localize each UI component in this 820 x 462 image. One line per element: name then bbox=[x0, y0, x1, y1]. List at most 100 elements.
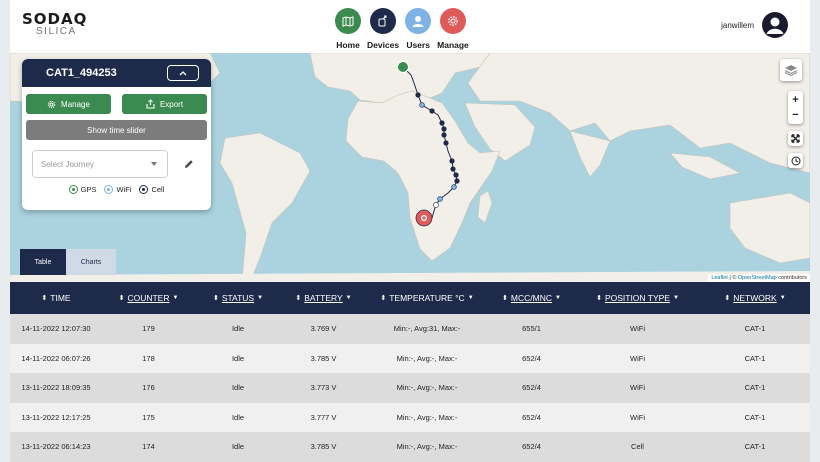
leaflet-link[interactable]: Leaflet bbox=[711, 275, 728, 281]
column-header-temperature[interactable]: ⬍ TEMPERATURE °C ▼ bbox=[366, 282, 488, 314]
cell-status: Idle bbox=[231, 324, 245, 334]
table-body: 14-11-2022 12:07:30 179 Idle 3.769 V Min… bbox=[10, 314, 810, 462]
layers-icon[interactable] bbox=[780, 59, 802, 81]
user-name: janwillem bbox=[721, 20, 754, 30]
cell-battery: 3.773 V bbox=[310, 383, 337, 393]
cell-battery: 3.769 V bbox=[310, 324, 337, 334]
column-header-battery[interactable]: ⬍ BATTERY ▼ bbox=[281, 282, 366, 314]
cell-temperature: Min:-, Avg:31, Max:- bbox=[393, 324, 461, 334]
caret-down-icon: ▼ bbox=[672, 295, 679, 301]
cell-status: Idle bbox=[231, 442, 245, 452]
position-legend: GPS WiFi Cell bbox=[22, 185, 211, 194]
cell-status: Idle bbox=[231, 353, 245, 363]
panel-header: CAT1_494253 bbox=[22, 59, 211, 87]
device-panel: CAT1_494253 Manage Export Show time slid… bbox=[22, 59, 211, 210]
legend-cell-label: Cell bbox=[151, 185, 165, 194]
column-temperature-label: TEMPERATURE °C bbox=[389, 293, 465, 303]
export-button[interactable]: Export bbox=[122, 94, 207, 114]
legend-gps: GPS bbox=[68, 185, 97, 194]
show-time-slider-button[interactable]: Show time slider bbox=[26, 120, 207, 140]
caret-down-icon: ▼ bbox=[467, 295, 474, 301]
devices-icon bbox=[370, 8, 397, 34]
nav-devices[interactable]: Devices bbox=[367, 8, 399, 52]
nav-home[interactable]: Home bbox=[335, 8, 361, 52]
column-header-counter[interactable]: ⬍ COUNTER ▼ bbox=[102, 282, 195, 314]
map-attribution: Leaflet | © OpenStreetMap contributors bbox=[708, 274, 810, 282]
manage-button-label: Manage bbox=[61, 99, 90, 109]
panel-actions: Manage Export bbox=[22, 87, 211, 114]
cell-mccmnc: 652/4 bbox=[522, 442, 541, 452]
sort-icon: ⬍ bbox=[502, 295, 508, 302]
attribution-tail: contributors bbox=[776, 275, 807, 281]
nav-users[interactable]: Users bbox=[405, 8, 432, 52]
table-row[interactable]: 14-11-2022 12:07:30 179 Idle 3.769 V Min… bbox=[10, 314, 810, 344]
journey-select[interactable]: Select Journey bbox=[32, 150, 168, 178]
view-tabs: Table Charts bbox=[20, 249, 116, 275]
user-menu[interactable]: janwillem bbox=[721, 12, 788, 38]
cell-counter: 175 bbox=[142, 412, 155, 422]
export-button-label: Export bbox=[159, 99, 184, 109]
table-row[interactable]: 13-11-2022 18:09:35 176 Idle 3.773 V Min… bbox=[10, 373, 810, 403]
cell-position-type: WiFi bbox=[630, 353, 645, 363]
cell-counter: 178 bbox=[142, 353, 155, 363]
cell-position-type: Cell bbox=[631, 442, 644, 452]
gear-icon bbox=[439, 8, 466, 34]
clock-icon[interactable] bbox=[788, 153, 803, 168]
journey-row: Select Journey bbox=[22, 140, 211, 178]
cell-mccmnc: 652/4 bbox=[522, 353, 541, 363]
caret-down-icon: ▼ bbox=[257, 295, 264, 301]
device-name: CAT1_494253 bbox=[46, 67, 117, 79]
zoom-in-button[interactable]: + bbox=[792, 93, 798, 108]
cell-position-type: WiFi bbox=[630, 324, 645, 334]
column-header-network[interactable]: ⬍ NETWORK ▼ bbox=[700, 282, 810, 314]
column-network-label: NETWORK bbox=[733, 293, 777, 303]
pencil-icon[interactable] bbox=[184, 159, 194, 169]
cell-temperature: Min:-, Avg:-, Max:- bbox=[396, 353, 458, 363]
table-header: ⬍ TIME ⬍ COUNTER ▼ ⬍ STATUS ▼ ⬍ BATTERY ▼ ⬍ TEMP… bbox=[10, 282, 810, 314]
cell-marker-icon bbox=[139, 185, 149, 194]
column-header-status[interactable]: ⬍ STATUS ▼ bbox=[195, 282, 281, 314]
cell-temperature: Min:-, Avg:-, Max:- bbox=[396, 442, 458, 452]
caret-down-icon: ▼ bbox=[345, 295, 352, 301]
nav-users-label: Users bbox=[406, 40, 430, 50]
cell-counter: 176 bbox=[142, 383, 155, 393]
cell-time: 13-11-2022 06:14:23 bbox=[21, 442, 91, 452]
fullscreen-icon[interactable] bbox=[788, 131, 803, 146]
cell-network: CAT-1 bbox=[744, 442, 766, 452]
sort-icon: ⬍ bbox=[380, 295, 387, 302]
table-row[interactable]: 14-11-2022 06:07:26 178 Idle 3.785 V Min… bbox=[10, 343, 810, 373]
column-mccmnc-label: MCC/MNC bbox=[510, 293, 552, 303]
cell-position-type: WiFi bbox=[630, 412, 645, 422]
main-nav: Home Devices Users Manage bbox=[335, 8, 469, 52]
nav-home-label: Home bbox=[336, 40, 360, 50]
column-header-mccmnc[interactable]: ⬍ MCC/MNC ▼ bbox=[488, 282, 575, 314]
cell-network: CAT-1 bbox=[744, 412, 766, 422]
map-icon bbox=[335, 8, 361, 34]
sort-icon: ⬍ bbox=[41, 295, 48, 302]
brand-logo[interactable]: SODAQ SILICA bbox=[22, 10, 88, 38]
table-row[interactable]: 13-11-2022 12:17:25 175 Idle 3.777 V Min… bbox=[10, 402, 810, 432]
manage-button[interactable]: Manage bbox=[26, 94, 111, 114]
app-frame: SODAQ SILICA Home Devices Users Manage j… bbox=[10, 0, 810, 462]
table-row[interactable]: 13-11-2022 06:14:23 174 Idle 3.785 V Min… bbox=[10, 432, 810, 462]
collapse-button[interactable] bbox=[167, 65, 199, 81]
column-status-label: STATUS bbox=[221, 293, 255, 303]
sort-icon: ⬍ bbox=[295, 295, 302, 302]
cell-status: Idle bbox=[231, 412, 245, 422]
column-battery-label: BATTERY bbox=[304, 293, 343, 303]
tab-charts[interactable]: Charts bbox=[66, 249, 116, 275]
cell-temperature: Min:-, Avg:-, Max:- bbox=[396, 412, 458, 422]
cell-counter: 174 bbox=[142, 442, 155, 452]
column-position-type-label: POSITION TYPE bbox=[604, 293, 670, 303]
legend-gps-label: GPS bbox=[80, 185, 97, 194]
cell-temperature: Min:-, Avg:-, Max:- bbox=[396, 383, 458, 393]
osm-link[interactable]: OpenStreetMap bbox=[738, 275, 777, 281]
nav-manage[interactable]: Manage bbox=[437, 8, 469, 52]
cell-network: CAT-1 bbox=[744, 383, 766, 393]
column-header-position-type[interactable]: ⬍ POSITION TYPE ▼ bbox=[575, 282, 700, 314]
column-header-time[interactable]: ⬍ TIME bbox=[10, 282, 102, 314]
zoom-out-button[interactable]: − bbox=[792, 108, 798, 123]
sort-icon: ⬍ bbox=[596, 295, 602, 302]
brand-name: SODAQ bbox=[22, 10, 88, 28]
tab-table[interactable]: Table bbox=[20, 249, 66, 275]
